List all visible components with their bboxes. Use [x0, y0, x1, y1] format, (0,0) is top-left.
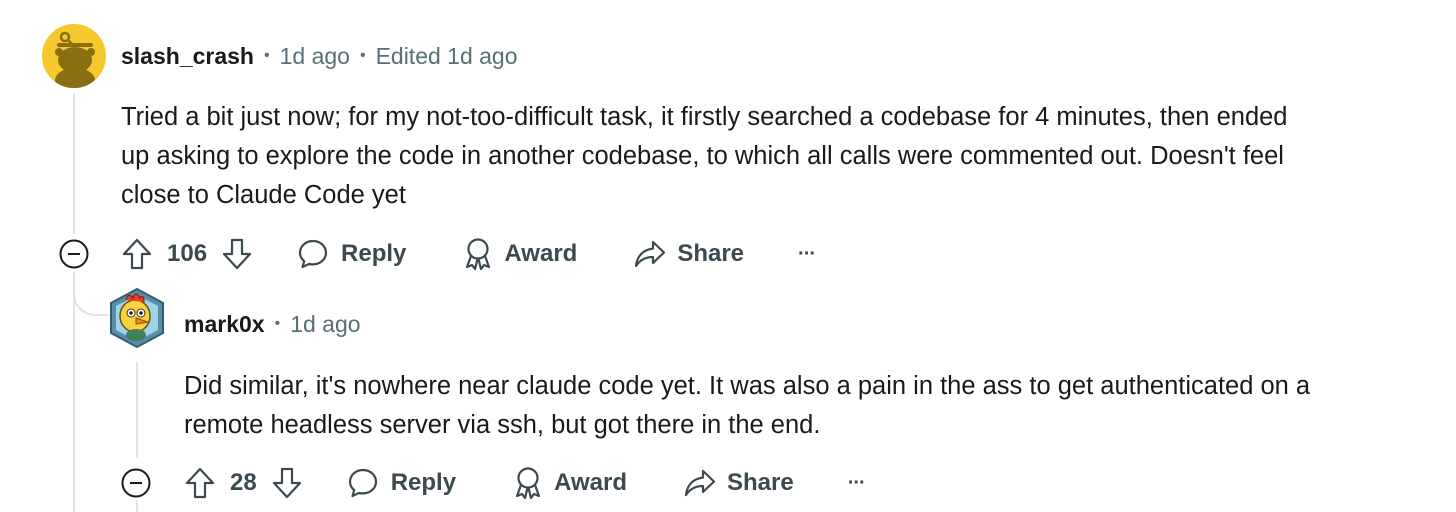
share-arrow-icon	[635, 240, 666, 268]
timestamp[interactable]: 1d ago	[290, 311, 360, 338]
reply-button[interactable]: Reply	[297, 238, 406, 270]
award-button[interactable]: Award	[462, 237, 577, 271]
upvote-button[interactable]	[121, 237, 153, 271]
share-label: Share	[726, 469, 794, 496]
upvote-button[interactable]	[184, 466, 216, 500]
separator-dot: •	[263, 47, 270, 64]
reply-button[interactable]: Reply	[347, 467, 456, 499]
downvote-button[interactable]	[271, 466, 303, 500]
comment-line: remote headless server via ssh, but got …	[184, 411, 821, 439]
comment-actions: 106 Reply Award Share ···	[121, 234, 816, 274]
timestamp[interactable]: 1d ago	[280, 43, 350, 70]
thread-line-top	[73, 94, 75, 234]
minus-circle-icon	[121, 468, 151, 498]
more-options-button[interactable]: ···	[848, 472, 866, 495]
separator-dot: •	[359, 47, 366, 64]
comment-meta: mark0x • 1d ago	[184, 308, 361, 340]
speech-bubble-icon	[298, 239, 328, 269]
arrow-down-icon	[222, 238, 252, 270]
downvote-button[interactable]	[221, 237, 253, 271]
thread-line-bottom	[73, 272, 75, 512]
arrow-down-icon	[272, 467, 301, 499]
username[interactable]: mark0x	[184, 311, 265, 338]
reply-label: Reply	[390, 469, 457, 496]
more-options-button[interactable]: ···	[798, 243, 816, 266]
arrow-up-icon	[122, 238, 152, 270]
separator-dot: •	[274, 315, 281, 332]
award-button[interactable]: Award	[512, 466, 627, 500]
comment-meta: slash_crash • 1d ago • Edited 1d ago	[121, 40, 518, 72]
avatar-mark0x[interactable]	[106, 286, 168, 350]
award-ribbon-icon	[515, 467, 541, 500]
reply-thread-line	[136, 362, 138, 458]
share-label: Share	[677, 240, 745, 267]
award-ribbon-icon	[466, 238, 491, 271]
comment-line: up asking to explore the code in another…	[121, 142, 1284, 170]
comment-body: Tried a bit just now; for my not-too-dif…	[121, 98, 1288, 215]
vote-count: 28	[230, 469, 257, 496]
username[interactable]: slash_crash	[121, 43, 254, 70]
avatar-slash-crash[interactable]	[42, 24, 106, 88]
comment-body: Did similar, it's nowhere near claude co…	[184, 367, 1310, 445]
share-arrow-icon	[684, 469, 716, 497]
comment-line: Did similar, it's nowhere near claude co…	[184, 372, 1311, 400]
reply-label: Reply	[341, 240, 407, 267]
award-label: Award	[554, 469, 627, 496]
share-button[interactable]: Share	[683, 467, 794, 499]
vote-count: 106	[167, 240, 208, 267]
award-label: Award	[504, 240, 578, 267]
edited-label: Edited 1d ago	[375, 42, 518, 69]
speech-bubble-icon	[348, 468, 377, 498]
minus-circle-icon	[59, 239, 89, 269]
comment-line: Tried a bit just now; for my not-too-dif…	[121, 103, 1288, 131]
thread-connector	[73, 280, 109, 316]
collapse-button[interactable]	[59, 239, 89, 269]
comment-line: close to Claude Code yet	[121, 181, 406, 209]
collapse-button[interactable]	[121, 468, 151, 498]
reply-thread-line-lower	[136, 500, 138, 512]
share-button[interactable]: Share	[633, 238, 744, 270]
arrow-up-icon	[185, 467, 215, 499]
comment-actions: 28 Reply Award Share ···	[184, 463, 866, 503]
